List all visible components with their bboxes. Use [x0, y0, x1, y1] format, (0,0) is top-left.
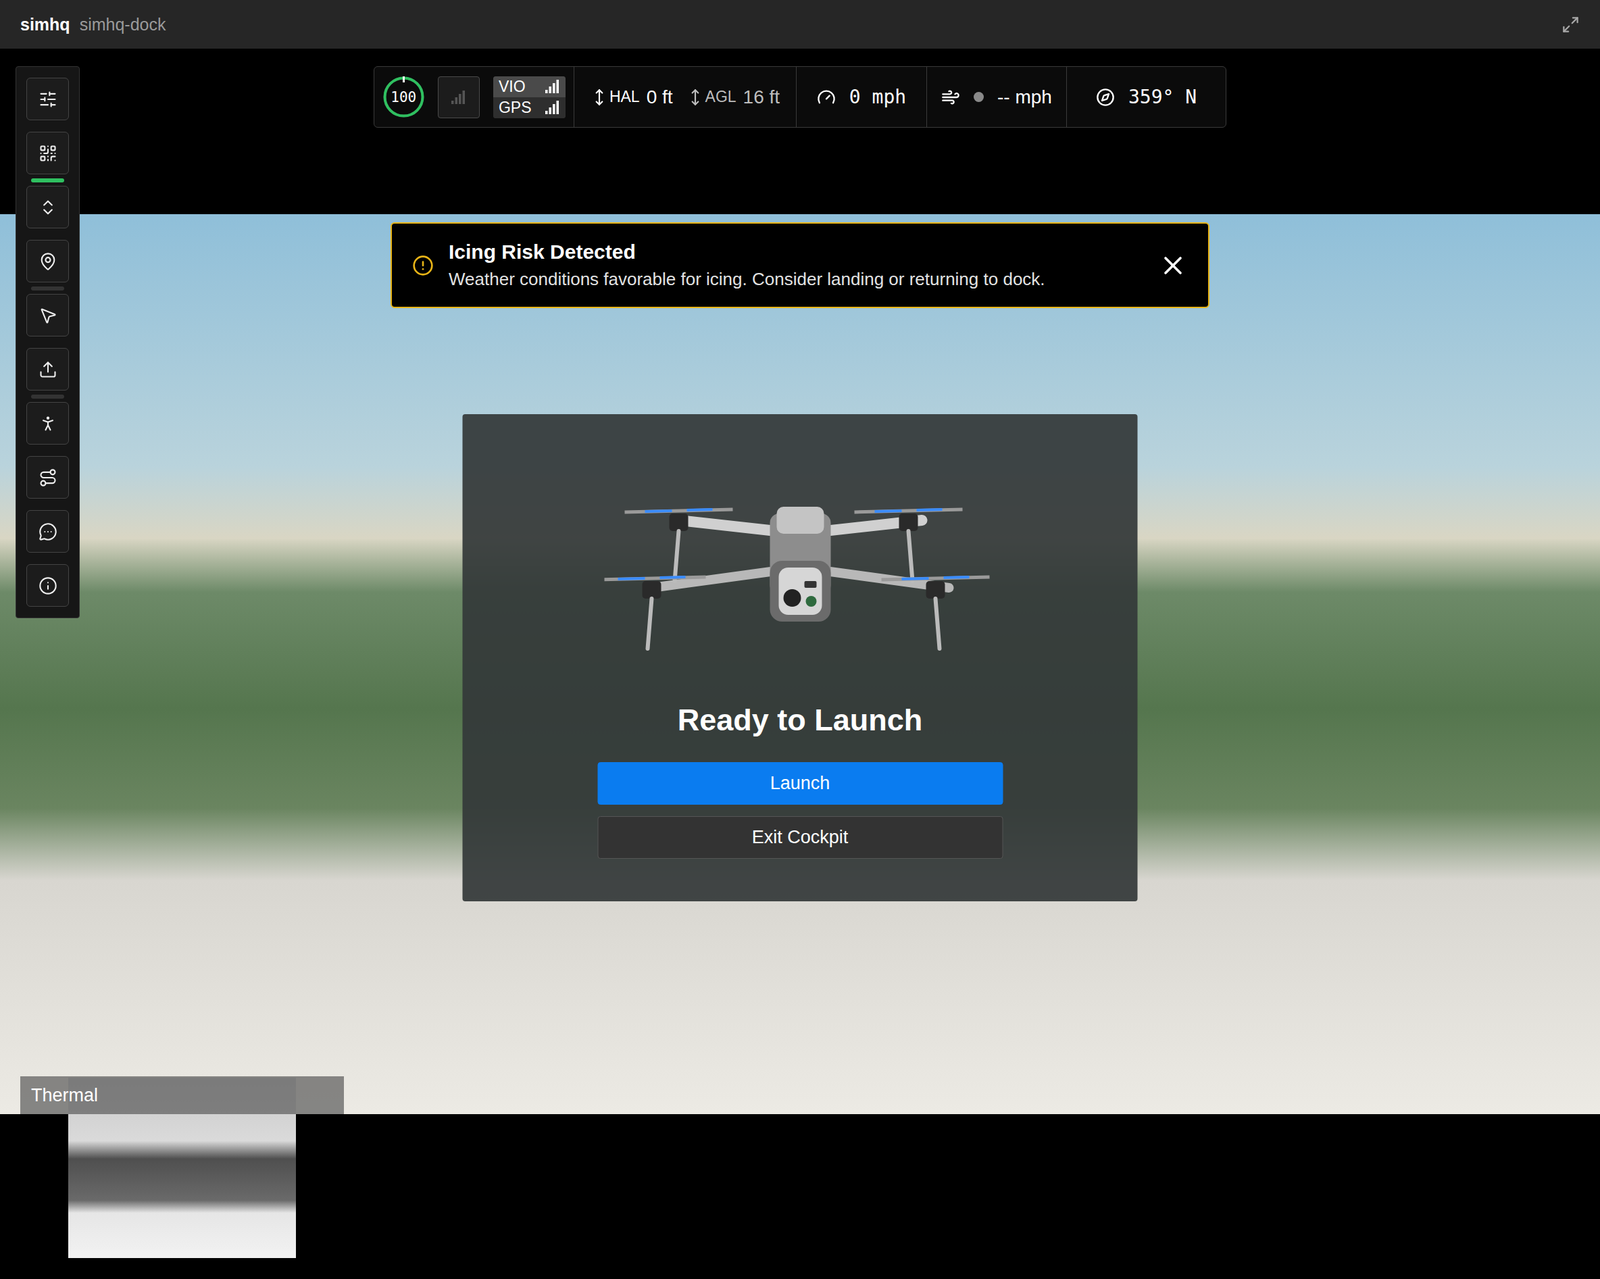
window-title: simhq-dock	[79, 14, 167, 35]
compass-icon	[1095, 87, 1115, 107]
launch-dialog: Ready to Launch Launch Exit Cockpit	[462, 414, 1138, 902]
speed-section: 0 mph	[795, 66, 927, 128]
signal-bars-icon	[545, 79, 561, 94]
icing-alert: Icing Risk Detected Weather conditions fa…	[390, 222, 1210, 309]
header: 100 VIOGPS HAL0 ft AGL16 ft 0 mph -- mph 359° …	[0, 48, 1600, 215]
signal-bars-icon	[451, 90, 467, 105]
warning-icon	[412, 254, 434, 277]
toolbar-button[interactable]	[26, 402, 69, 445]
route-icon	[38, 468, 58, 488]
upload-icon	[38, 360, 58, 380]
status-section: 100 VIOGPS	[374, 66, 574, 128]
pointer-icon	[38, 306, 58, 325]
group-marker	[31, 394, 65, 399]
link-row: GPS	[493, 97, 566, 119]
close-button[interactable]	[1158, 250, 1188, 281]
wind-icon	[941, 87, 961, 107]
thermal-label: Thermal	[20, 1076, 344, 1115]
title-bar: simhq simhq-dock	[0, 0, 1600, 49]
speedometer-icon	[816, 87, 836, 107]
alert-message: Weather conditions favorable for icing. …	[448, 268, 1144, 290]
cockpit: 100 VIOGPS HAL0 ft AGL16 ft 0 mph -- mph 359° …	[0, 48, 1600, 1279]
link-status: VIOGPS	[493, 76, 566, 119]
toolbar-button[interactable]	[26, 564, 69, 607]
app: simhq simhq-dock 100 VIOGPS HAL0 ft AGL16 ft 0…	[0, 0, 1600, 1279]
toolbar-button[interactable]	[26, 510, 69, 553]
telemetry-bar: 100 VIOGPS HAL0 ft AGL16 ft 0 mph -- mph 359° …	[373, 66, 1227, 128]
wind-speed: -- mph	[997, 86, 1053, 109]
wind-section: -- mph	[926, 66, 1067, 128]
signal-bars-icon	[545, 100, 561, 115]
heading: 359° N	[1128, 85, 1197, 109]
altitude-section: HAL0 ft AGL16 ft	[573, 66, 796, 128]
altitude-icon	[686, 88, 705, 107]
expand-button[interactable]	[1561, 15, 1580, 34]
toolbar-button[interactable]	[26, 185, 69, 229]
info-icon	[38, 576, 58, 596]
expand-icon	[1561, 15, 1580, 34]
alert-title: Icing Risk Detected	[448, 240, 1144, 264]
altitude: AGL16 ft	[686, 86, 781, 109]
group-marker	[31, 178, 65, 183]
altitude: HAL0 ft	[590, 86, 673, 109]
follow-icon	[38, 414, 58, 434]
close-icon	[1158, 250, 1188, 281]
drone-illustration	[604, 479, 996, 656]
toolbar-button[interactable]	[26, 293, 69, 337]
group-marker	[31, 286, 65, 291]
dialog-title: Ready to Launch	[677, 702, 923, 738]
location-icon	[38, 252, 58, 271]
toolbar-button[interactable]	[26, 131, 69, 175]
toolbar-button[interactable]	[26, 239, 69, 283]
camera-view[interactable]: Icing Risk Detected Weather conditions fa…	[0, 214, 1600, 1115]
toolbar-button[interactable]	[26, 347, 69, 391]
toolbar-button[interactable]	[26, 77, 69, 121]
signal-box	[437, 76, 480, 119]
brand: simhq	[20, 14, 71, 35]
link-row: VIO	[493, 76, 566, 98]
qr-code-icon	[38, 143, 58, 163]
recenter-icon	[38, 197, 58, 217]
launch-button[interactable]: Launch	[597, 762, 1003, 805]
toolbar	[15, 66, 80, 619]
altitude-icon	[590, 88, 609, 107]
thermal-view[interactable]: Thermal	[20, 1076, 344, 1259]
chat-icon	[38, 522, 58, 542]
battery-value: 100	[390, 89, 417, 106]
settings-icon	[38, 89, 58, 109]
battery: 100	[382, 75, 425, 119]
heading-section: 359° N	[1066, 66, 1226, 128]
toolbar-button[interactable]	[26, 456, 69, 499]
speed: 0 mph	[849, 85, 907, 109]
wind-dot	[973, 91, 984, 103]
exit-button[interactable]: Exit Cockpit	[597, 816, 1003, 859]
